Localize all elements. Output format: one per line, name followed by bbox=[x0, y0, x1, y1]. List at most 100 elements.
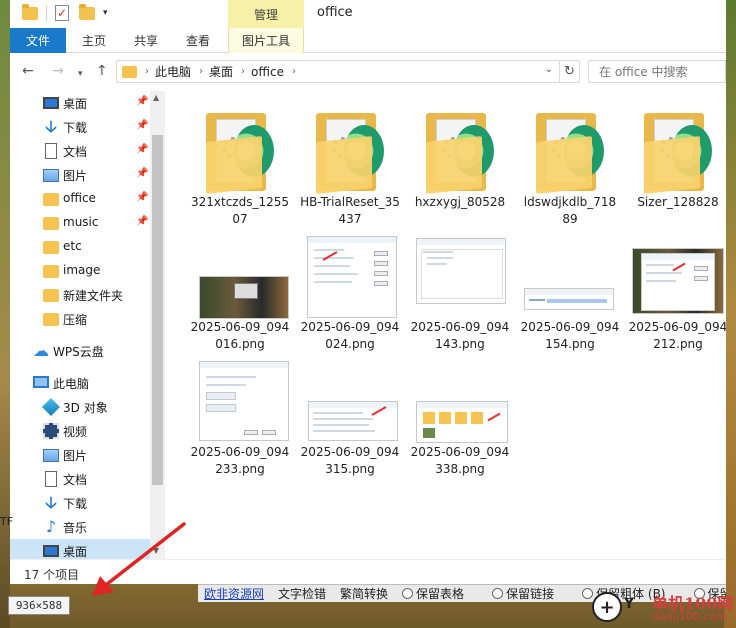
sidebar-item-label: 视频 bbox=[63, 425, 88, 439]
folder-item[interactable]: Sizer_128828 bbox=[628, 101, 726, 231]
scroll-up-icon[interactable]: ▲ bbox=[153, 93, 159, 102]
sidebar-item-label: 图片 bbox=[63, 169, 88, 183]
image-item[interactable]: 2025-06-09_094212.png bbox=[628, 236, 726, 356]
chevron-down-icon[interactable]: ⌄ bbox=[545, 64, 553, 75]
scroll-down-icon[interactable]: ▼ bbox=[153, 546, 159, 555]
image-thumbnail bbox=[416, 238, 506, 304]
chevron-right-icon[interactable]: › bbox=[241, 66, 245, 77]
sidebar-item-videos[interactable]: 视频 bbox=[10, 419, 150, 443]
desktop-icon bbox=[43, 97, 59, 109]
sidebar-item-etc[interactable]: etc bbox=[10, 235, 150, 259]
sidebar-item-documents-pc[interactable]: 文档 bbox=[10, 467, 150, 491]
sidebar-item-desktop-pc[interactable]: 桌面 bbox=[10, 539, 150, 559]
sidebar-item-compressed[interactable]: 压缩 bbox=[10, 307, 150, 331]
cloud-icon: ☁ bbox=[33, 341, 49, 360]
sidebar-item-label: 3D 对象 bbox=[63, 401, 108, 415]
folder-icon bbox=[43, 193, 59, 206]
sidebar-item-desktop[interactable]: 桌面 📌 bbox=[10, 91, 150, 115]
image-item[interactable]: 2025-06-09_094338.png bbox=[410, 361, 510, 481]
image-item[interactable]: 2025-06-09_094154.png bbox=[520, 236, 620, 356]
video-icon bbox=[43, 423, 59, 439]
chevron-right-icon[interactable]: › bbox=[199, 66, 203, 77]
new-folder-icon[interactable] bbox=[79, 3, 95, 20]
pin-icon[interactable]: 📌 bbox=[136, 168, 148, 179]
folder-icon[interactable] bbox=[22, 3, 38, 20]
toolbar-button[interactable]: 繁简转换 bbox=[340, 585, 388, 602]
desktop-icon bbox=[43, 545, 59, 557]
tab-home[interactable]: 主页 bbox=[72, 28, 116, 53]
sidebar-item-downloads[interactable]: 🡣 下载 📌 bbox=[10, 115, 150, 139]
image-thumbnail bbox=[416, 401, 508, 443]
chevron-right-icon[interactable]: › bbox=[145, 66, 149, 77]
sidebar-item-image[interactable]: image bbox=[10, 259, 150, 283]
pin-icon[interactable]: 📌 bbox=[136, 216, 148, 227]
folder-item[interactable]: 321xtczds_125507 bbox=[190, 101, 290, 231]
sidebar-item-new-folder[interactable]: 新建文件夹 bbox=[10, 283, 150, 307]
address-bar[interactable]: › 此电脑 › 桌面 › office › ⌄ bbox=[116, 60, 560, 83]
watermark-url: danji100.com bbox=[652, 610, 727, 623]
music-icon: ♪ bbox=[45, 517, 57, 536]
sidebar-item-pictures-pc[interactable]: 图片 bbox=[10, 443, 150, 467]
ribbon-tabs: 文件 主页 共享 查看 图片工具 bbox=[10, 28, 726, 53]
search-input[interactable]: 在 office 中搜索 bbox=[588, 60, 726, 83]
sidebar-item-music[interactable]: ♪ 音乐 bbox=[10, 515, 150, 539]
folder-item[interactable]: HB-TrialReset_35437 bbox=[300, 101, 400, 231]
toolbar-button[interactable]: 文字检错 bbox=[278, 585, 326, 602]
computer-icon bbox=[33, 376, 49, 388]
customize-dropdown-icon[interactable]: ▾ bbox=[103, 8, 108, 18]
plus-icon: + bbox=[592, 592, 622, 622]
chevron-right-icon[interactable]: › bbox=[292, 66, 296, 77]
pin-icon[interactable]: 📌 bbox=[136, 120, 148, 131]
up-arrow-icon[interactable]: ↑ bbox=[96, 63, 108, 79]
tab-file[interactable]: 文件 bbox=[10, 28, 66, 53]
scrollbar-thumb[interactable] bbox=[152, 135, 163, 485]
tab-view[interactable]: 查看 bbox=[176, 28, 220, 53]
image-item[interactable]: 2025-06-09_094143.png bbox=[410, 236, 510, 356]
sidebar-item-downloads-pc[interactable]: 🡣 下载 bbox=[10, 491, 150, 515]
folder-icon bbox=[43, 265, 59, 278]
image-item[interactable]: 2025-06-09_094315.png bbox=[300, 361, 400, 481]
sidebar-item-label: office bbox=[63, 191, 96, 205]
file-name: Sizer_128828 bbox=[637, 195, 719, 209]
sidebar-item-label: 此电脑 bbox=[53, 377, 90, 391]
pin-icon[interactable]: 📌 bbox=[136, 144, 148, 155]
breadcrumb-this-pc[interactable]: 此电脑 bbox=[155, 63, 191, 80]
image-thumbnail bbox=[199, 361, 289, 441]
sidebar-item-music-folder[interactable]: music 📌 bbox=[10, 211, 150, 235]
sidebar-item-3d-objects[interactable]: 3D 对象 bbox=[10, 395, 150, 419]
option-keep-link[interactable]: 保留链接 bbox=[492, 585, 568, 602]
sidebar-item-pictures[interactable]: 图片 📌 bbox=[10, 163, 150, 187]
properties-icon[interactable]: ✓ bbox=[55, 5, 69, 21]
divider bbox=[46, 5, 47, 21]
document-icon bbox=[45, 143, 57, 159]
sidebar-item-this-pc[interactable]: 此电脑 bbox=[10, 371, 150, 395]
sidebar-item-documents[interactable]: 文档 📌 bbox=[10, 139, 150, 163]
folder-icon bbox=[206, 109, 274, 194]
forward-arrow-icon[interactable]: → bbox=[52, 63, 64, 79]
pin-icon[interactable]: 📌 bbox=[136, 96, 148, 107]
pin-icon[interactable]: 📌 bbox=[136, 192, 148, 203]
option-keep-table[interactable]: 保留表格 bbox=[402, 585, 478, 602]
image-item[interactable]: 2025-06-09_094016.png bbox=[190, 236, 290, 356]
back-arrow-icon[interactable]: ← bbox=[22, 63, 34, 79]
folder-icon bbox=[43, 241, 59, 254]
folder-item[interactable]: ldswdjkdlb_71889 bbox=[520, 101, 620, 231]
recent-locations-icon[interactable]: ▾ bbox=[78, 66, 83, 82]
image-item[interactable]: 2025-06-09_094233.png bbox=[190, 361, 290, 481]
image-item[interactable]: 2025-06-09_094024.png bbox=[300, 236, 400, 356]
tab-picture-tools[interactable]: 图片工具 bbox=[228, 28, 304, 53]
breadcrumb-desktop[interactable]: 桌面 bbox=[209, 63, 233, 80]
toolbar-link[interactable]: 欧非资源网 bbox=[204, 585, 264, 602]
pictures-icon bbox=[43, 169, 59, 182]
sidebar-item-office[interactable]: office 📌 bbox=[10, 187, 150, 211]
download-icon: 🡣 bbox=[45, 117, 57, 136]
folder-icon bbox=[43, 217, 59, 230]
contextual-tab-manage[interactable]: 管理 bbox=[228, 0, 304, 28]
sidebar-item-label: etc bbox=[63, 239, 82, 253]
folder-item[interactable]: hxzxygj_80528 bbox=[410, 101, 510, 231]
sidebar-item-wps-cloud[interactable]: ☁ WPS云盘 bbox=[10, 339, 150, 363]
breadcrumb-office[interactable]: office bbox=[251, 65, 284, 79]
refresh-icon[interactable]: ↻ bbox=[560, 60, 580, 83]
navigation-pane-scrollbar[interactable]: ▲ ▼ bbox=[150, 91, 165, 559]
tab-share[interactable]: 共享 bbox=[124, 28, 168, 53]
